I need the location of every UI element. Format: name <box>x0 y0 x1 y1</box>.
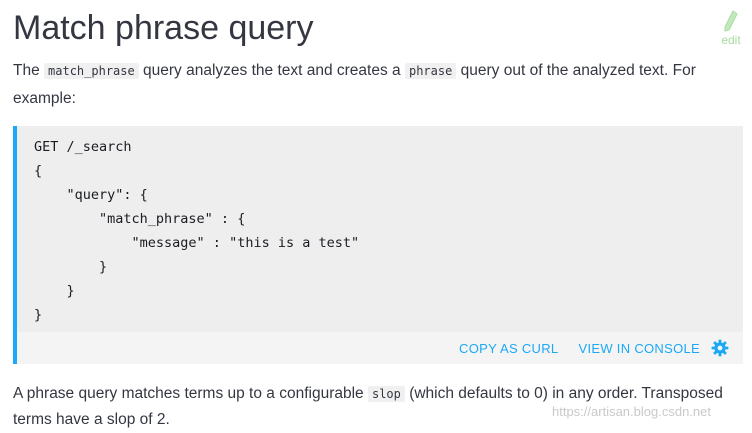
code-block: GET /_search { "query": { "match_phrase"… <box>13 126 743 364</box>
code-snippet: GET /_search { "query": { "match_phrase"… <box>34 139 360 323</box>
copy-as-curl-button[interactable]: COPY AS CURL <box>459 341 558 356</box>
view-in-console-button[interactable]: VIEW IN CONSOLE <box>578 341 700 356</box>
outro-text-1: A phrase query matches terms up to a con… <box>13 385 368 402</box>
gear-icon <box>711 339 729 357</box>
page-title: Match phrase query <box>13 9 314 47</box>
edit-label: edit <box>721 33 741 47</box>
intro-text-1: The <box>13 62 45 79</box>
watermark: https://artisan.blog.csdn.net <box>552 404 711 419</box>
inline-code-phrase: phrase <box>404 63 457 79</box>
inline-code-match-phrase: match_phrase <box>44 63 139 79</box>
intro-paragraph: The match_phrase query analyzes the text… <box>13 57 748 112</box>
console-settings-gear-icon[interactable] <box>711 339 729 357</box>
intro-text-2: query analyzes the text and creates a <box>138 62 405 79</box>
inline-code-slop: slop <box>367 386 405 402</box>
edit-link[interactable]: edit <box>716 10 746 47</box>
pencil-icon <box>724 10 738 32</box>
code-actions-bar: COPY AS CURL VIEW IN CONSOLE <box>17 332 743 364</box>
